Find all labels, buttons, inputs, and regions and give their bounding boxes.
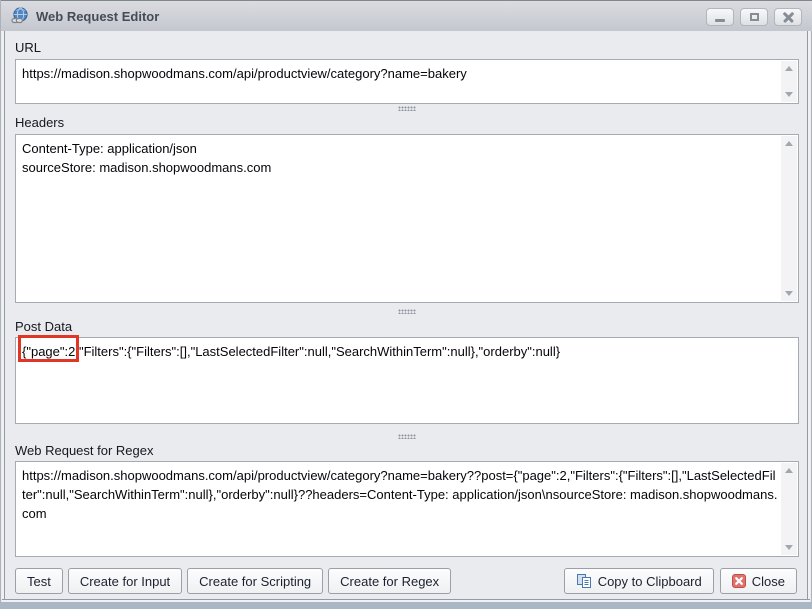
close-button-label: Close <box>752 574 785 589</box>
minimize-button[interactable] <box>706 8 734 26</box>
url-resize-grip[interactable] <box>398 106 416 111</box>
scroll-up-icon[interactable] <box>785 66 793 71</box>
create-for-regex-label: Create for Regex <box>340 574 439 589</box>
url-input[interactable]: https://madison.shopwoodmans.com/api/pro… <box>15 59 799 104</box>
web-request-editor-window: Web Request Editor URL https://madison.s… <box>0 0 812 609</box>
url-value: https://madison.shopwoodmans.com/api/pro… <box>16 60 780 103</box>
create-for-scripting-label: Create for Scripting <box>199 574 311 589</box>
scroll-up-icon[interactable] <box>785 468 793 473</box>
headers-resize-grip[interactable] <box>398 309 416 314</box>
url-label: URL <box>15 40 41 55</box>
globe-link-icon <box>11 7 29 25</box>
window-chrome: Web Request Editor URL https://madison.s… <box>0 0 812 602</box>
post-data-resize-grip[interactable] <box>398 434 416 439</box>
copy-to-clipboard-label: Copy to Clipboard <box>598 574 702 589</box>
close-button[interactable]: Close <box>720 568 797 594</box>
create-for-input-label: Create for Input <box>80 574 170 589</box>
create-for-input-button[interactable]: Create for Input <box>68 568 182 594</box>
minimize-icon <box>715 19 725 22</box>
test-button-label: Test <box>27 574 51 589</box>
copy-to-clipboard-button[interactable]: Copy to Clipboard <box>564 568 714 594</box>
post-data-label: Post Data <box>15 319 72 334</box>
headers-input[interactable]: Content-Type: application/json sourceSto… <box>15 134 799 303</box>
close-window-button[interactable] <box>774 8 802 26</box>
url-scrollbar[interactable] <box>781 61 797 102</box>
post-data-input[interactable]: {"page":2,"Filters":{"Filters":[],"LastS… <box>15 337 799 424</box>
post-data-value: {"page":2,"Filters":{"Filters":[],"LastS… <box>16 338 798 423</box>
scroll-down-icon[interactable] <box>785 291 793 296</box>
window-title: Web Request Editor <box>36 9 159 24</box>
create-for-scripting-button[interactable]: Create for Scripting <box>187 568 323 594</box>
window-frame-right <box>807 31 810 599</box>
scroll-down-icon[interactable] <box>785 545 793 550</box>
close-red-icon <box>732 574 746 588</box>
close-icon <box>783 12 794 23</box>
headers-label: Headers <box>15 115 64 130</box>
headers-scrollbar[interactable] <box>781 136 797 301</box>
copy-icon <box>576 573 592 589</box>
headers-value: Content-Type: application/json sourceSto… <box>16 135 780 302</box>
scroll-up-icon[interactable] <box>785 141 793 146</box>
maximize-button[interactable] <box>740 8 768 26</box>
maximize-icon <box>750 13 759 21</box>
test-button[interactable]: Test <box>15 568 63 594</box>
create-for-regex-button[interactable]: Create for Regex <box>328 568 451 594</box>
regex-input[interactable]: https://madison.shopwoodmans.com/api/pro… <box>15 461 799 557</box>
regex-scrollbar[interactable] <box>781 463 797 555</box>
action-buttons: Test Create for Input Create for Scripti… <box>15 568 451 594</box>
regex-label: Web Request for Regex <box>15 443 154 458</box>
background-strip <box>0 602 812 609</box>
scroll-down-icon[interactable] <box>785 92 793 97</box>
window-frame-left <box>2 31 5 599</box>
dialog-buttons: Copy to Clipboard Close <box>564 568 797 594</box>
window-controls <box>706 8 802 26</box>
titlebar[interactable]: Web Request Editor <box>1 0 812 31</box>
post-data-highlighted: "page":2, <box>26 344 79 359</box>
post-data-rest: "Filters":{"Filters":[],"LastSelectedFil… <box>79 344 560 359</box>
regex-value: https://madison.shopwoodmans.com/api/pro… <box>16 462 780 556</box>
